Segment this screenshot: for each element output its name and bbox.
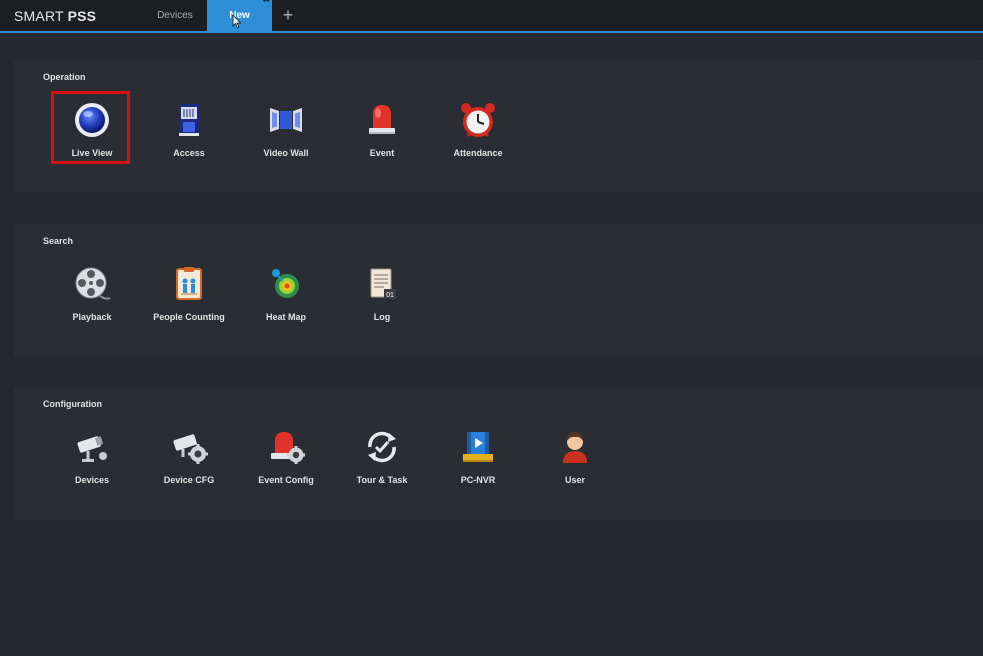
- camera-settings-icon: [173, 434, 208, 464]
- tile-label: Playback: [72, 312, 112, 322]
- mouse-cursor-icon: [232, 14, 242, 29]
- top-bar: SMART PSS Devices New ✖ +: [0, 0, 983, 33]
- tile-devices[interactable]: Devices: [44, 423, 140, 501]
- tile-label: Device CFG: [163, 475, 215, 485]
- tile-tour-task[interactable]: Tour & Task: [334, 423, 430, 501]
- video-wall-icon: [270, 108, 302, 132]
- tile-label: People Counting: [153, 312, 225, 322]
- tile-label: Video Wall: [263, 148, 309, 158]
- tour-task-icon: [368, 431, 396, 463]
- tile-people-counting[interactable]: People Counting: [141, 260, 237, 338]
- tile-label: Attendance: [453, 148, 503, 158]
- tile-label: Access: [173, 148, 205, 158]
- app-logo: SMART PSS: [14, 8, 96, 24]
- film-reel-icon: [75, 267, 111, 300]
- tile-event-config[interactable]: Event Config: [238, 423, 334, 501]
- tile-label: Log: [373, 312, 391, 322]
- alarm-light-icon: [369, 105, 395, 134]
- pc-nvr-icon: [463, 432, 493, 462]
- tile-playback[interactable]: Playback: [44, 260, 140, 338]
- tile-log[interactable]: 01 Log: [334, 260, 430, 338]
- camera-icon: [77, 436, 107, 462]
- tile-label: PC-NVR: [460, 475, 496, 485]
- heat-map-icon: [272, 269, 299, 298]
- svg-text:01: 01: [386, 292, 394, 299]
- section-title-operation: Operation: [43, 72, 86, 82]
- tile-label: Tour & Task: [356, 475, 408, 485]
- tile-event[interactable]: Event: [334, 96, 430, 174]
- tab-devices[interactable]: Devices: [145, 0, 205, 31]
- tile-label: Event Config: [258, 475, 314, 485]
- operation-panel: Operation Live View Access Video Wall Ev…: [14, 60, 983, 192]
- tile-device-cfg[interactable]: Device CFG: [141, 423, 237, 501]
- tile-video-wall[interactable]: Video Wall: [238, 96, 334, 174]
- selection-highlight: [51, 91, 130, 164]
- tile-label: Heat Map: [265, 312, 306, 322]
- user-icon: [563, 432, 587, 463]
- tile-access[interactable]: Access: [141, 96, 237, 174]
- tile-label: Event: [369, 148, 395, 158]
- tile-pc-nvr[interactable]: PC-NVR: [430, 423, 526, 501]
- tile-attendance[interactable]: Attendance: [430, 96, 526, 174]
- search-panel: Search Playback People Counting Heat Map…: [14, 224, 983, 357]
- close-icon[interactable]: ✖: [262, 0, 270, 9]
- configuration-panel: Configuration Devices Device CFG Event C…: [14, 387, 983, 520]
- add-tab-button[interactable]: +: [279, 4, 297, 26]
- section-title-configuration: Configuration: [43, 399, 102, 409]
- logo-text-bold: PSS: [67, 8, 97, 24]
- tile-heat-map[interactable]: Heat Map: [238, 260, 334, 338]
- alarm-clock-icon: [461, 103, 495, 137]
- people-counting-icon: [176, 267, 202, 300]
- tile-label: User: [564, 475, 585, 485]
- tile-label: Devices: [74, 475, 110, 485]
- section-title-search: Search: [43, 236, 74, 246]
- alarm-settings-icon: [271, 432, 305, 464]
- access-icon: [179, 104, 199, 136]
- log-icon: 01: [370, 268, 396, 299]
- logo-text: SMART: [14, 8, 68, 24]
- tile-user[interactable]: User: [527, 423, 623, 501]
